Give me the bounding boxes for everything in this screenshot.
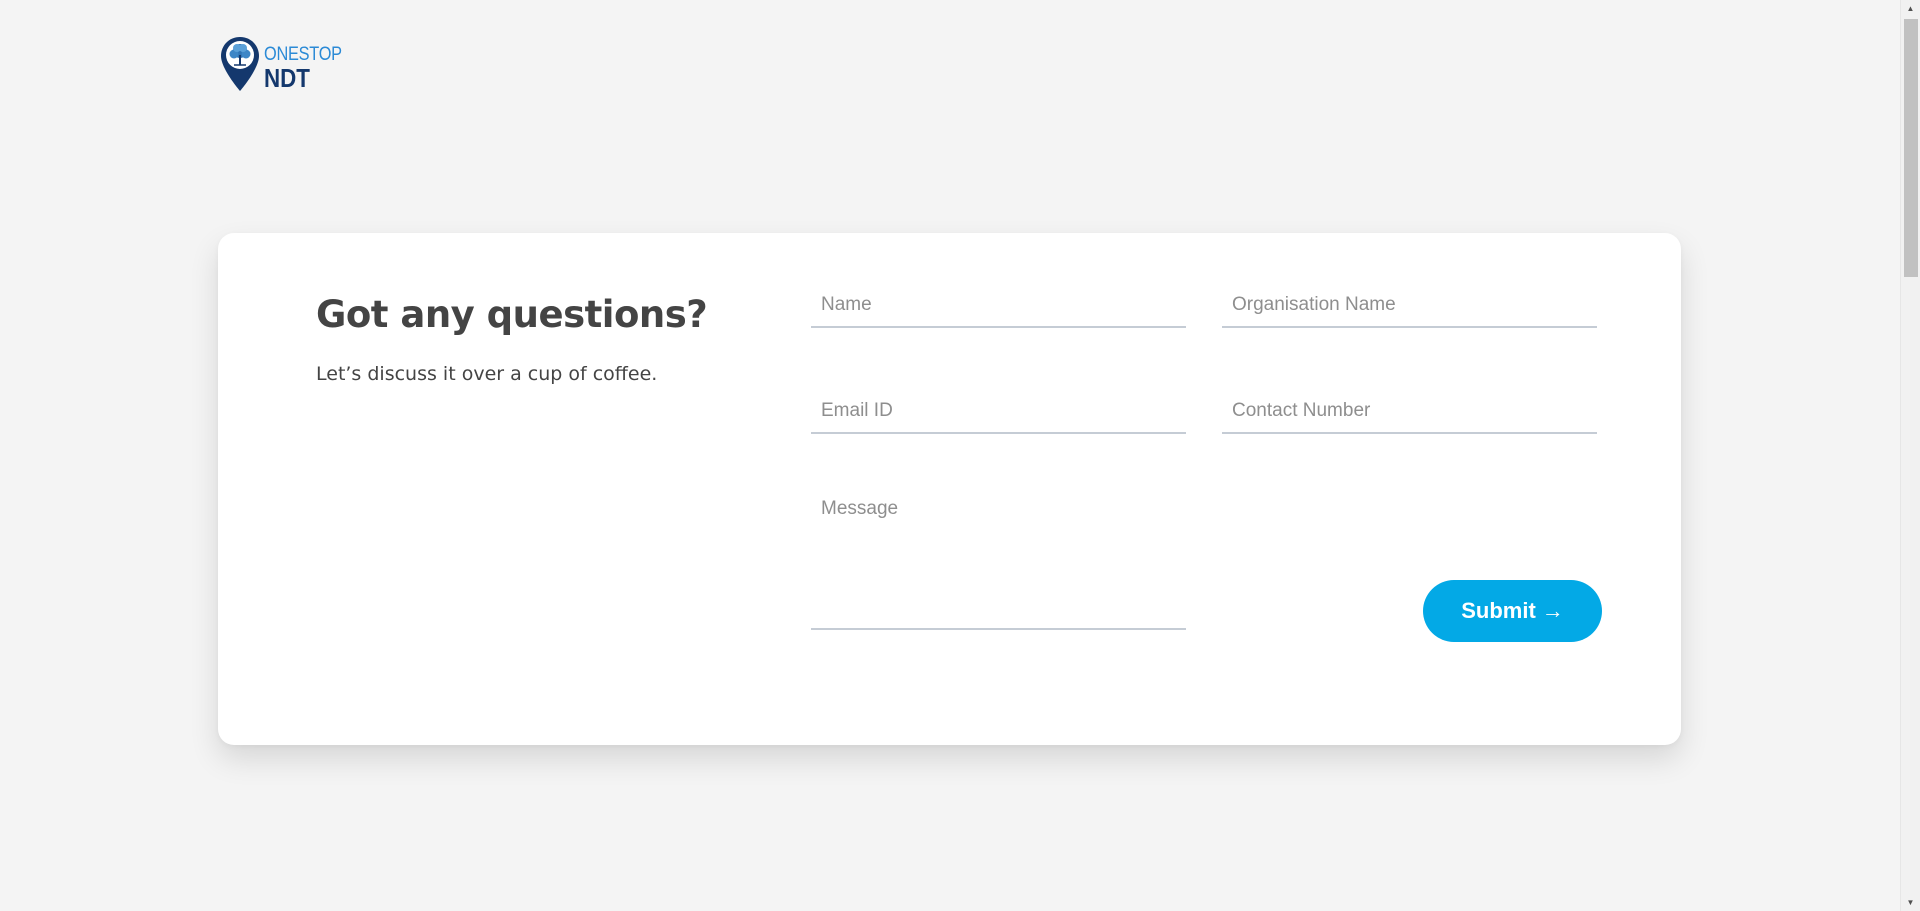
logo-wordmark-onestop: ONESTOP (264, 44, 342, 65)
page: ONESTOP NDT Got any questions? Let’s dis… (0, 0, 1920, 911)
organisation-name-input[interactable] (1222, 282, 1597, 326)
name-input[interactable] (811, 282, 1186, 326)
scroll-down-arrow-icon[interactable]: ▼ (1901, 894, 1920, 911)
contact-heading: Got any questions? (316, 293, 708, 336)
contact-subtext: Let’s discuss it over a cup of coffee. (316, 363, 658, 385)
vertical-scrollbar[interactable]: ▲ ▼ (1900, 0, 1920, 911)
submit-button-label: Submit (1461, 598, 1536, 623)
email-input[interactable] (811, 388, 1186, 432)
arrow-right-icon: → (1541, 598, 1564, 623)
contact-number-input[interactable] (1222, 388, 1597, 432)
name-field-wrapper (811, 282, 1186, 328)
contact-form-card: Got any questions? Let’s discuss it over… (218, 233, 1681, 745)
contact-number-field-wrapper (1222, 388, 1597, 434)
logo-wordmark-ndt: NDT (264, 63, 310, 93)
email-field-wrapper (811, 388, 1186, 434)
scrollbar-thumb[interactable] (1904, 19, 1918, 277)
message-textarea[interactable] (811, 488, 1186, 618)
location-pin-tree-icon (221, 37, 259, 91)
submit-button[interactable]: Submit → (1423, 580, 1602, 642)
scroll-up-arrow-icon[interactable]: ▲ (1901, 0, 1920, 17)
message-field-wrapper (811, 488, 1186, 630)
organisation-field-wrapper (1222, 282, 1597, 328)
onestop-ndt-logo[interactable]: ONESTOP NDT (220, 36, 354, 92)
